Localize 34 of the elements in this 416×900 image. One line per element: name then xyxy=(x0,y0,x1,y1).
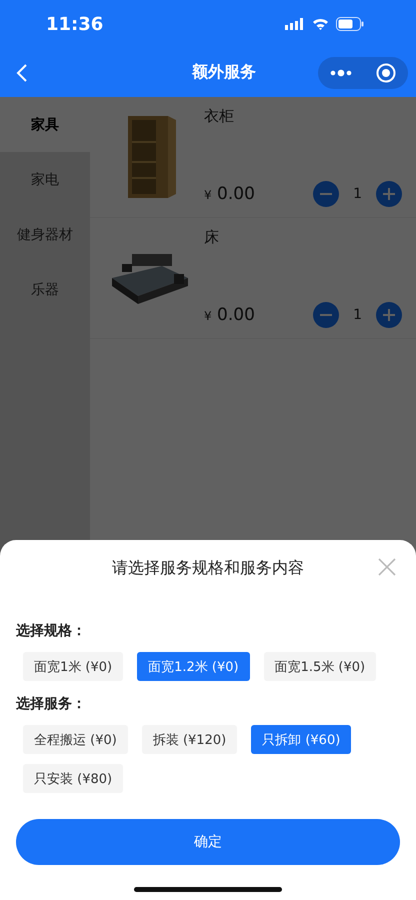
page-title: 额外服务 xyxy=(192,62,256,83)
quantity-value: 1 xyxy=(353,186,362,202)
option-chip[interactable]: 全程搬运 (¥0) xyxy=(23,725,128,754)
product-price: ¥ 0.00 xyxy=(204,305,255,325)
plus-icon xyxy=(383,188,395,200)
option-chip[interactable]: 只安装 (¥80) xyxy=(23,764,124,793)
option-chip[interactable]: 只拆卸 (¥60) xyxy=(251,725,352,754)
option-chip[interactable]: 面宽1米 (¥0) xyxy=(23,652,124,681)
sheet-title: 请选择服务规格和服务内容 xyxy=(112,558,304,578)
group-label: 选择服务： xyxy=(16,695,86,713)
product-name: 床 xyxy=(204,228,220,247)
decrease-button[interactable] xyxy=(313,181,340,207)
option-chip[interactable]: 面宽1.5米 (¥0) xyxy=(264,652,376,681)
group-label: 选择规格： xyxy=(16,622,86,640)
quantity-value: 1 xyxy=(353,307,362,323)
product-name: 衣柜 xyxy=(204,107,235,126)
increase-button[interactable] xyxy=(376,181,402,207)
decrease-button[interactable] xyxy=(313,302,340,328)
wifi-icon xyxy=(312,18,329,30)
option-chip[interactable]: 面宽1.2米 (¥0) xyxy=(137,652,250,681)
minus-icon xyxy=(320,193,332,195)
minus-icon xyxy=(320,314,332,316)
battery-icon xyxy=(336,17,364,31)
close-mini-program-icon[interactable] xyxy=(376,62,396,82)
status-time: 11:36 xyxy=(46,14,104,34)
category-item[interactable]: 家具 xyxy=(0,97,90,152)
close-button[interactable] xyxy=(378,558,396,576)
more-icon[interactable] xyxy=(330,68,352,76)
plus-icon xyxy=(383,309,395,321)
increase-button[interactable] xyxy=(376,302,402,328)
option-chip[interactable]: 拆装 (¥120) xyxy=(142,725,238,754)
signal-icon xyxy=(285,18,305,30)
confirm-button[interactable]: 确定 xyxy=(16,819,400,865)
product-price: ¥ 0.00 xyxy=(204,184,255,204)
